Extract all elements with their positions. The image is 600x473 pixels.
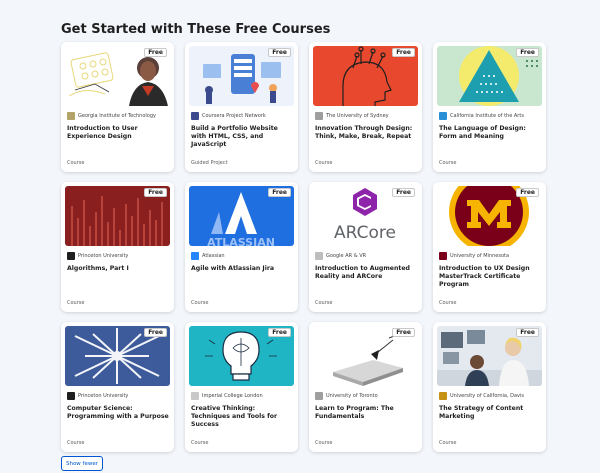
course-title[interactable]: Agile with Atlassian Jira [191, 265, 294, 273]
partner-row: Georgia Institute of Technology [67, 112, 170, 120]
course-card[interactable]: Free Coursera Project Network Build a Po… [185, 42, 298, 172]
arcore-wordmark: ARCore [334, 223, 396, 243]
free-badge: Free [268, 48, 291, 57]
partner-name: Princeton University [78, 253, 129, 259]
course-type: Guided Project [191, 160, 228, 166]
free-badge: Free [268, 328, 291, 337]
partner-logo-icon [439, 252, 447, 260]
free-badge: Free [516, 48, 539, 57]
course-title[interactable]: Creative Thinking: Techniques and Tools … [191, 405, 294, 429]
course-card[interactable]: Free Princeton University Algorithms, Pa… [61, 182, 174, 312]
partner-logo-icon [67, 112, 75, 120]
course-title[interactable]: Introduction to UX Design MasterTrack Ce… [439, 265, 542, 289]
partner-name: Coursera Project Network [202, 113, 266, 119]
course-type: Course [191, 440, 209, 446]
course-type: Course [67, 300, 85, 306]
course-title[interactable]: The Strategy of Content Marketing [439, 405, 542, 421]
partner-logo-icon [315, 112, 323, 120]
course-card[interactable]: Free The University of Sydney Innovation… [309, 42, 422, 172]
course-title[interactable]: Build a Portfolio Website with HTML, CSS… [191, 125, 294, 149]
course-title[interactable]: Innovation Through Design: Think, Make, … [315, 125, 418, 141]
partner-logo-icon [315, 392, 323, 400]
partner-name: The University of Sydney [326, 113, 389, 119]
partner-row: Google AR & VR [315, 252, 418, 260]
partner-name: California Institute of the Arts [450, 113, 524, 119]
partner-name: Princeton University [78, 393, 129, 399]
partner-row: Imperial College London [191, 392, 294, 400]
course-title[interactable]: Learn to Program: The Fundamentals [315, 405, 418, 421]
partner-name: Atlassian [202, 253, 225, 259]
partner-name: University of Minnesota [450, 253, 510, 259]
partner-logo-icon [439, 112, 447, 120]
course-card[interactable]: Free Imperial College London Creative Th… [185, 322, 298, 452]
course-card[interactable]: Free Georgia Institute of Technology Int… [61, 42, 174, 172]
free-badge: Free [392, 48, 415, 57]
partner-logo-icon [191, 392, 199, 400]
course-type: Course [439, 300, 457, 306]
free-badge: Free [144, 188, 167, 197]
course-type: Course [315, 300, 333, 306]
course-type: Course [67, 160, 85, 166]
course-title[interactable]: The Language of Design: Form and Meaning [439, 125, 542, 141]
free-badge: Free [144, 48, 167, 57]
course-title[interactable]: Introduction to User Experience Design [67, 125, 170, 141]
partner-logo-icon [191, 252, 199, 260]
course-card[interactable]: Free Princeton University Computer Scien… [61, 322, 174, 452]
course-type: Course [315, 160, 333, 166]
partner-logo-icon [67, 252, 75, 260]
course-title[interactable]: Algorithms, Part I [67, 265, 170, 273]
partner-row: University of Minnesota [439, 252, 542, 260]
course-type: Course [439, 440, 457, 446]
free-badge: Free [516, 188, 539, 197]
course-card[interactable]: ATLASSIAN Free Atlassian Agile with Atla… [185, 182, 298, 312]
partner-row: Coursera Project Network [191, 112, 294, 120]
free-badge: Free [268, 188, 291, 197]
partner-name: Georgia Institute of Technology [78, 113, 156, 119]
show-fewer-button[interactable]: Show fewer [61, 456, 103, 471]
partner-logo-icon [439, 392, 447, 400]
partner-row: California Institute of the Arts [439, 112, 542, 120]
course-type: Course [315, 440, 333, 446]
partner-row: University of Toronto [315, 392, 418, 400]
course-card[interactable]: Free University of California, Davis The… [433, 322, 546, 452]
free-badge: Free [516, 328, 539, 337]
atlassian-wordmark: ATLASSIAN [207, 236, 275, 246]
partner-row: Atlassian [191, 252, 294, 260]
course-grid: Free Georgia Institute of Technology Int… [61, 42, 546, 452]
partner-logo-icon [67, 392, 75, 400]
course-card[interactable]: Free California Institute of the Arts Th… [433, 42, 546, 172]
free-badge: Free [144, 328, 167, 337]
course-type: Course [191, 300, 209, 306]
partner-row: University of California, Davis [439, 392, 542, 400]
partner-logo-icon [191, 112, 199, 120]
course-type: Course [439, 160, 457, 166]
partner-name: Imperial College London [202, 393, 263, 399]
partner-row: Princeton University [67, 252, 170, 260]
partner-name: Google AR & VR [326, 253, 367, 259]
partner-name: University of Toronto [326, 393, 378, 399]
course-card[interactable]: Free University of Minnesota Introductio… [433, 182, 546, 312]
section-heading: Get Started with These Free Courses [61, 22, 331, 37]
free-badge: Free [392, 328, 415, 337]
course-title[interactable]: Computer Science: Programming with a Pur… [67, 405, 170, 421]
course-card[interactable]: Free University of Toronto Learn to Prog… [309, 322, 422, 452]
partner-row: Princeton University [67, 392, 170, 400]
course-title[interactable]: Introduction to Augmented Reality and AR… [315, 265, 418, 281]
free-badge: Free [392, 188, 415, 197]
partner-row: The University of Sydney [315, 112, 418, 120]
partner-logo-icon [315, 252, 323, 260]
course-card[interactable]: ARCore Free Google AR & VR Introduction … [309, 182, 422, 312]
course-type: Course [67, 440, 85, 446]
partner-name: University of California, Davis [450, 393, 525, 399]
